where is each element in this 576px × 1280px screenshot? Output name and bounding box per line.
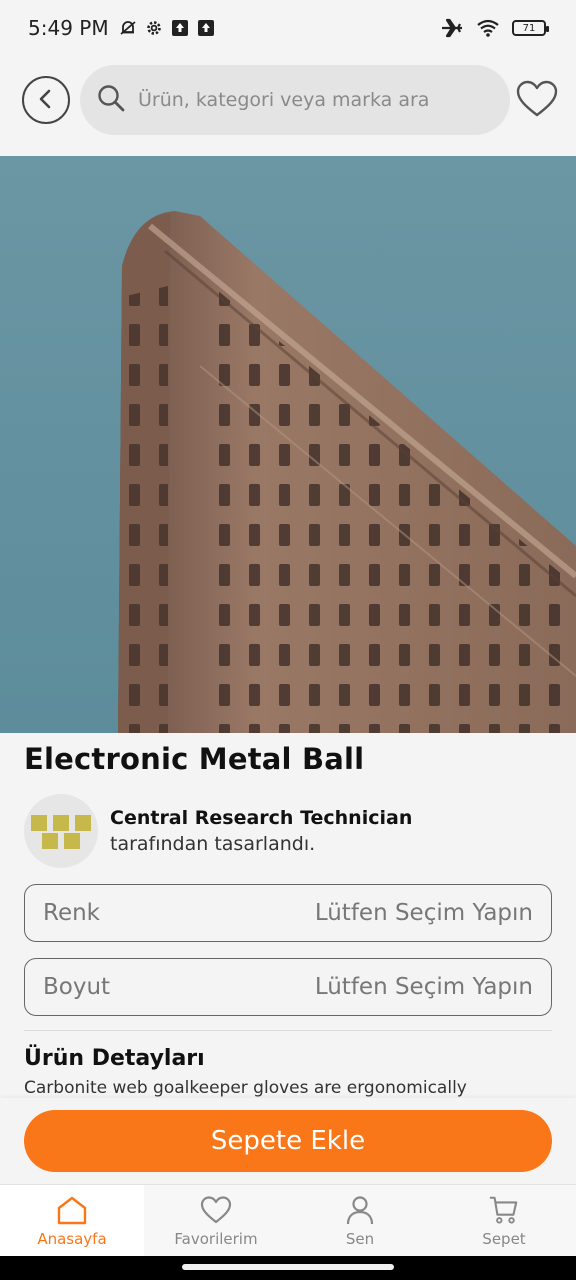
designer-suffix: tarafından tasarlandı. — [110, 833, 316, 855]
color-select-label: Renk — [43, 900, 100, 926]
battery-icon: 71 — [512, 20, 549, 36]
favorite-button[interactable] — [514, 78, 560, 122]
gear-icon — [145, 19, 163, 37]
cart-icon — [488, 1194, 520, 1226]
nav-item-favorites[interactable]: Favorilerim — [144, 1185, 288, 1257]
chevron-left-icon — [35, 88, 57, 113]
wifi-icon — [476, 19, 500, 37]
upload-icon — [171, 19, 189, 37]
status-bar-left: 5:49 PM — [28, 16, 215, 40]
heart-outline-icon — [515, 79, 559, 122]
battery-level: 71 — [522, 22, 536, 34]
heart-icon — [200, 1194, 232, 1226]
product-details-title: Ürün Detayları — [24, 1046, 205, 1071]
nav-label-home: Anasayfa — [37, 1230, 107, 1248]
color-select[interactable]: Renk Lütfen Seçim Yapın — [24, 884, 552, 942]
search-bar[interactable] — [80, 65, 510, 135]
size-select-label: Boyut — [43, 974, 111, 1000]
airplane-icon — [440, 18, 464, 38]
product-details-text: Carbonite web goalkeeper gloves are ergo… — [24, 1078, 467, 1098]
designer-info[interactable]: Central Research Technician tarafından t… — [24, 794, 544, 868]
user-icon — [344, 1194, 376, 1226]
nav-label-profile: Sen — [345, 1230, 375, 1248]
color-select-value: Lütfen Seçim Yapın — [314, 900, 533, 926]
status-bar-right: 71 — [440, 18, 549, 38]
search-header — [0, 56, 576, 156]
product-title: Electronic Metal Ball — [24, 742, 365, 776]
designer-avatar[interactable] — [24, 794, 98, 868]
designer-name[interactable]: Central Research Technician — [110, 807, 412, 829]
nav-item-home[interactable]: Anasayfa — [0, 1185, 144, 1257]
status-time: 5:49 PM — [28, 16, 109, 40]
designer-text: Central Research Technician tarafından t… — [110, 807, 412, 855]
mute-bell-icon — [119, 19, 137, 37]
nav-item-profile[interactable]: Sen — [288, 1185, 432, 1257]
status-bar: 5:49 PM 71 — [0, 0, 576, 56]
add-to-cart-button[interactable]: Sepete Ekle — [24, 1110, 552, 1172]
home-icon — [56, 1194, 88, 1226]
size-select-value: Lütfen Seçim Yapın — [314, 974, 533, 1000]
gesture-bar — [0, 1256, 576, 1280]
status-notification-icons — [119, 19, 215, 37]
bottom-navigation: Anasayfa Favorilerim Sen Sepet — [0, 1184, 576, 1257]
home-indicator[interactable] — [182, 1264, 394, 1270]
product-image — [0, 156, 576, 733]
add-to-cart-panel: Sepete Ekle — [0, 1098, 576, 1184]
divider — [24, 1030, 552, 1031]
nav-label-favorites: Favorilerim — [174, 1230, 258, 1248]
back-button[interactable] — [22, 76, 70, 124]
search-input[interactable] — [138, 89, 468, 111]
size-select[interactable]: Boyut Lütfen Seçim Yapın — [24, 958, 552, 1016]
nav-item-cart[interactable]: Sepet — [432, 1185, 576, 1257]
nav-label-cart: Sepet — [482, 1230, 526, 1248]
search-icon — [96, 83, 126, 117]
upload-icon — [197, 19, 215, 37]
